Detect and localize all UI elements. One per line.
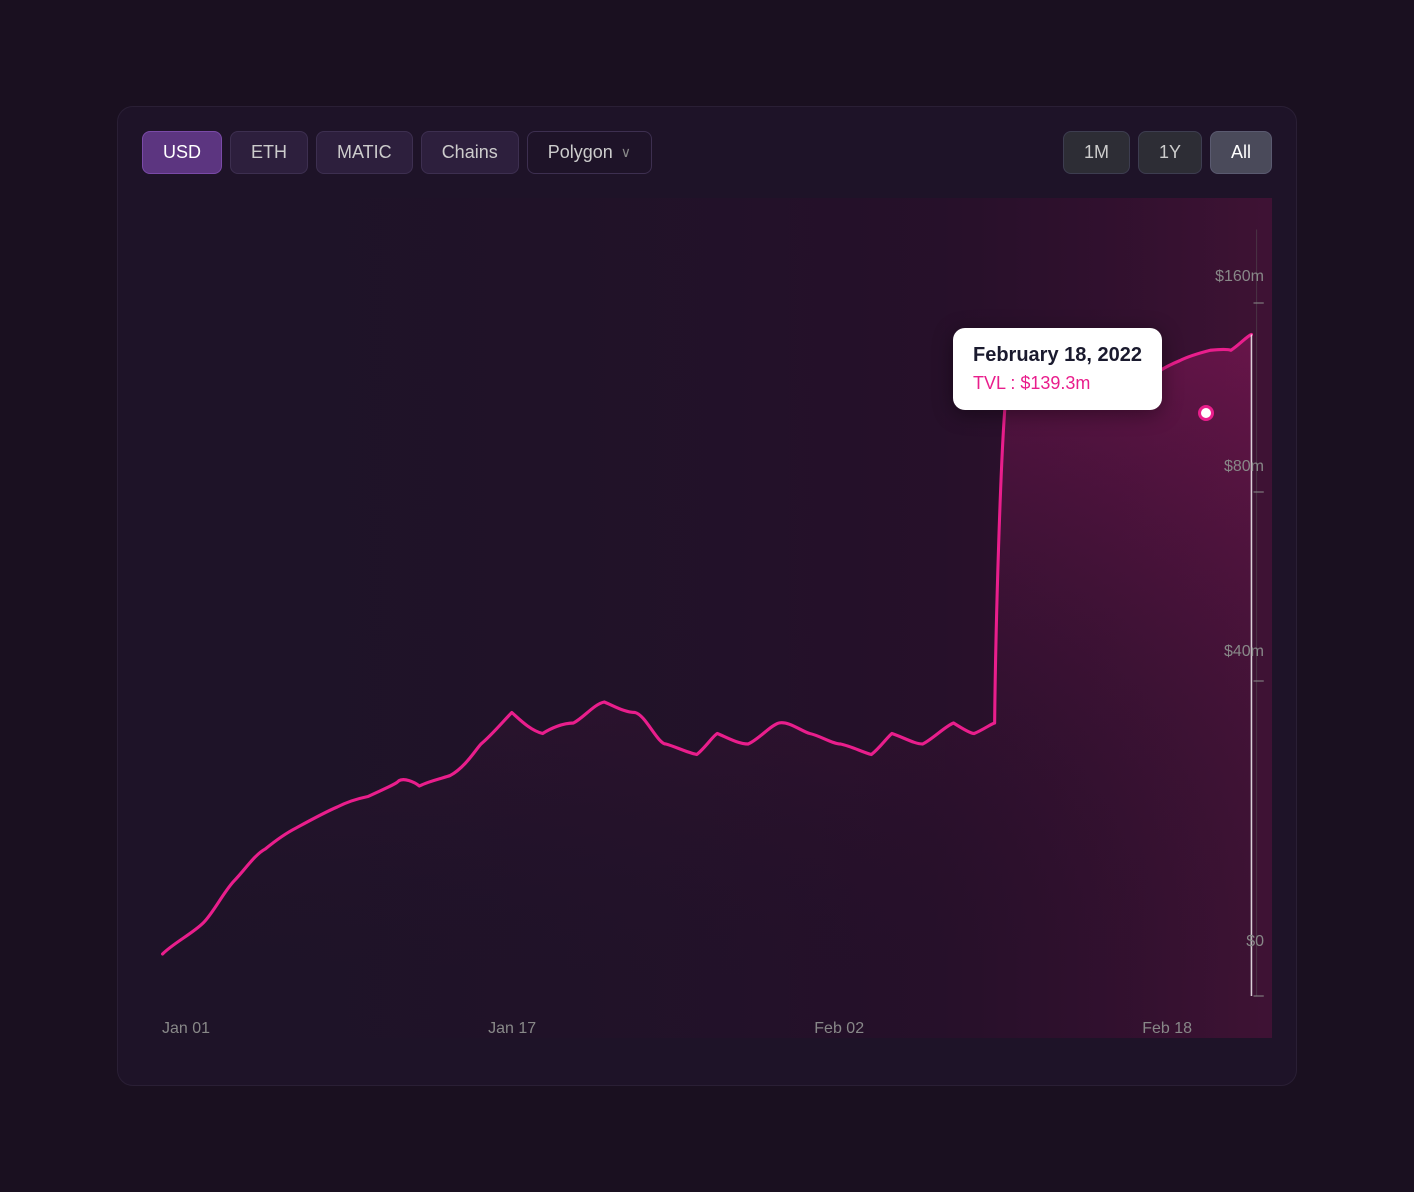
x-label-jan01: Jan 01 — [162, 1020, 210, 1038]
chart-tooltip: February 18, 2022 TVL : $139.3m — [953, 328, 1162, 410]
y-label-160m: $160m — [1215, 268, 1264, 286]
toolbar-left: USD ETH MATIC Chains Polygon ∨ — [142, 131, 652, 174]
x-label-feb18: Feb 18 — [1142, 1020, 1192, 1038]
toolbar: USD ETH MATIC Chains Polygon ∨ 1M 1Y All — [142, 131, 1272, 174]
y-label-0: $0 — [1246, 933, 1264, 951]
tvl-chart — [142, 198, 1272, 1038]
filter-usd[interactable]: USD — [142, 131, 222, 174]
filter-matic[interactable]: MATIC — [316, 131, 413, 174]
chain-dropdown[interactable]: Polygon ∨ — [527, 131, 652, 174]
y-label-40m: $40m — [1224, 643, 1264, 661]
filter-eth[interactable]: ETH — [230, 131, 308, 174]
chart-dot-indicator — [1198, 405, 1214, 421]
dropdown-label: Polygon — [548, 142, 613, 163]
x-label-feb02: Feb 02 — [814, 1020, 864, 1038]
y-label-80m: $80m — [1224, 458, 1264, 476]
tooltip-tvl: TVL : $139.3m — [973, 373, 1142, 394]
time-1y[interactable]: 1Y — [1138, 131, 1202, 174]
filter-chains[interactable]: Chains — [421, 131, 519, 174]
time-1m[interactable]: 1M — [1063, 131, 1130, 174]
chart-area: February 18, 2022 TVL : $139.3m $160m $8… — [142, 198, 1272, 1038]
chevron-down-icon: ∨ — [621, 144, 631, 161]
chart-container: USD ETH MATIC Chains Polygon ∨ 1M 1Y All — [117, 106, 1297, 1086]
x-label-jan17: Jan 17 — [488, 1020, 536, 1038]
time-all[interactable]: All — [1210, 131, 1272, 174]
toolbar-right: 1M 1Y All — [1063, 131, 1272, 174]
tooltip-date: February 18, 2022 — [973, 344, 1142, 367]
